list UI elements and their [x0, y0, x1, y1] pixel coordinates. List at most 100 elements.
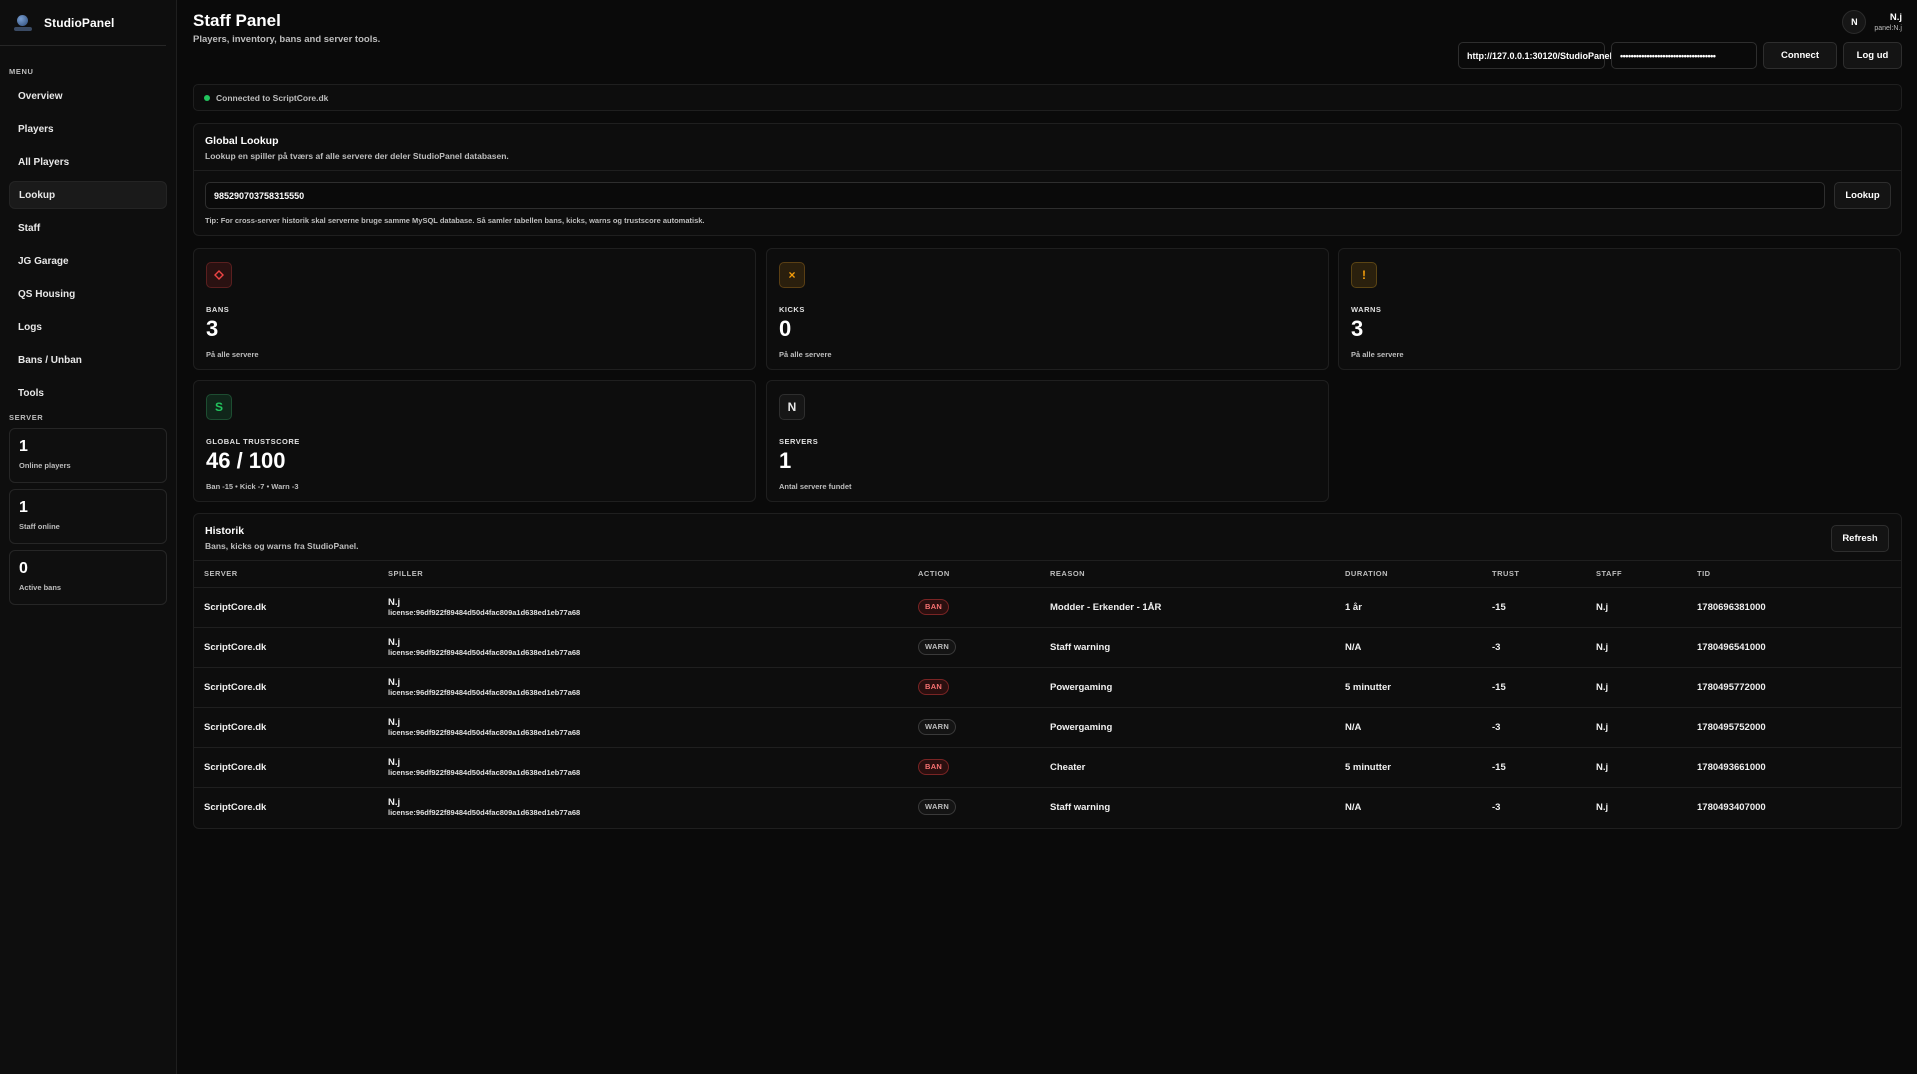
sidebar-item-label: Bans / Unban: [18, 354, 82, 366]
column-header-time[interactable]: TID: [1687, 561, 1901, 588]
sidebar-item-label: Lookup: [19, 189, 56, 201]
action-badge: WARN: [918, 799, 957, 816]
cell-staff: N.j: [1586, 627, 1687, 668]
column-header-trust[interactable]: TRUST: [1482, 561, 1586, 588]
player-license: license:96df922f89484d50d4fac809a1d638ed…: [388, 607, 581, 617]
player-name: N.j: [388, 636, 401, 648]
column-header-reason[interactable]: REASON: [1040, 561, 1335, 588]
card-label: BANS: [206, 305, 230, 314]
card-label: GLOBAL TRUSTSCORE: [206, 437, 300, 446]
cell-reason: Modder - Erkender - 1ÅR: [1040, 587, 1335, 628]
sidebar-item-players[interactable]: Players: [9, 115, 167, 143]
column-header-server[interactable]: SERVER: [194, 561, 378, 588]
card-sub: Ban -15 • Kick -7 • Warn -3: [206, 482, 299, 491]
cell-action: BAN: [908, 747, 1040, 788]
cell-server: ScriptCore.dk: [194, 627, 378, 668]
cell-staff: N.j: [1586, 587, 1687, 628]
cell-server: ScriptCore.dk: [194, 667, 378, 708]
history-subtitle: Bans, kicks og warns fra StudioPanel.: [205, 541, 359, 551]
table-row[interactable]: ScriptCore.dk N.j license:96df922f89484d5…: [194, 707, 1901, 748]
cell-player: N.j license:96df922f89484d50d4fac809a1d63…: [378, 787, 908, 827]
stat-active-bans: 0 Active bans: [9, 550, 167, 605]
column-header-duration[interactable]: DURATION: [1335, 561, 1482, 588]
lookup-input[interactable]: 985290703758315550: [205, 182, 1825, 209]
card-warns: ! WARNS 3 På alle servere: [1338, 248, 1901, 370]
lookup-button[interactable]: Lookup: [1834, 182, 1891, 209]
avatar[interactable]: N: [1842, 10, 1867, 34]
trustscore-icon: S: [206, 394, 232, 420]
table-row[interactable]: ScriptCore.dk N.j license:96df922f89484d5…: [194, 667, 1901, 708]
sidebar-item-lookup[interactable]: Lookup: [9, 181, 167, 209]
cell-player: N.j license:96df922f89484d50d4fac809a1d63…: [378, 587, 908, 628]
cell-trust: -3: [1482, 627, 1586, 668]
cell-staff: N.j: [1596, 801, 1609, 813]
lookup-title: Global Lookup: [205, 135, 279, 147]
stat-value: 1: [19, 499, 28, 516]
stat-online-players: 1 Online players: [9, 428, 167, 483]
cell-player: N.j license:96df922f89484d50d4fac809a1d63…: [378, 707, 908, 748]
lookup-subtitle: Lookup en spiller på tværs af alle serve…: [205, 151, 509, 161]
cell-action: WARN: [908, 787, 1040, 827]
ban-glyph: [214, 270, 224, 280]
cell-staff: N.j: [1586, 747, 1687, 788]
cell-action: BAN: [908, 587, 1040, 628]
card-value: 1: [779, 448, 792, 473]
api-url-input[interactable]: http://127.0.0.1:30120/StudioPanel/api: [1458, 42, 1628, 69]
cell-reason: Powergaming: [1040, 707, 1335, 748]
stat-staff-online: 1 Staff online: [9, 489, 167, 544]
stat-label: Active bans: [19, 583, 62, 592]
player-name: N.j: [388, 716, 401, 728]
sidebar-item-all-players[interactable]: All Players: [9, 148, 167, 176]
api-key-input[interactable]: ••••••••••••••••••••••••••••••••••••: [1611, 42, 1757, 69]
sidebar-item-label: JG Garage: [18, 255, 69, 267]
status-text: Connected to ScriptCore.dk: [216, 92, 329, 103]
cell-duration: 1 år: [1335, 587, 1482, 628]
sidebar-item-logs[interactable]: Logs: [9, 313, 167, 341]
sidebar-item-label: Overview: [18, 90, 63, 102]
connect-button[interactable]: Connect: [1763, 42, 1837, 69]
cell-player: N.j license:96df922f89484d50d4fac809a1d63…: [378, 627, 908, 668]
action-badge: BAN: [918, 759, 950, 775]
card-value: 3: [1351, 316, 1364, 341]
player-license: license:96df922f89484d50d4fac809a1d638ed…: [388, 727, 581, 737]
sidebar-item-tools[interactable]: Tools: [9, 379, 167, 407]
card-sub: På alle servere: [206, 350, 259, 359]
cell-duration: N/A: [1335, 707, 1482, 748]
page-subtitle: Players, inventory, bans and server tool…: [193, 34, 381, 45]
sidebar-item-label: Tools: [18, 387, 44, 399]
card-sub: På alle servere: [779, 350, 832, 359]
card-bans: BANS 3 På alle servere: [193, 248, 756, 370]
sidebar-item-staff[interactable]: Staff: [9, 214, 167, 242]
page-title: Staff Panel: [193, 11, 281, 30]
cell-server: ScriptCore.dk: [204, 801, 267, 813]
column-header-staff[interactable]: STAFF: [1586, 561, 1687, 588]
column-header-action[interactable]: ACTION: [908, 561, 1040, 588]
cell-duration: N/A: [1345, 801, 1362, 813]
stat-label: Online players: [19, 461, 71, 470]
table-row[interactable]: ScriptCore.dk N.j license:96df922f89484d5…: [194, 787, 1901, 827]
ban-icon: [206, 262, 232, 288]
table-row[interactable]: ScriptCore.dk N.j license:96df922f89484d5…: [194, 627, 1901, 668]
player-license: license:96df922f89484d50d4fac809a1d638ed…: [388, 647, 581, 657]
action-badge: BAN: [918, 679, 950, 695]
sidebar-item-jg-garage[interactable]: JG Garage: [9, 247, 167, 275]
card-label: WARNS: [1351, 305, 1382, 314]
refresh-button[interactable]: Refresh: [1831, 525, 1889, 552]
divider: [194, 170, 1901, 171]
sidebar-item-qs-housing[interactable]: QS Housing: [9, 280, 167, 308]
user-menu[interactable]: N N.j panel:N.j: [1842, 10, 1902, 34]
card-label: SERVERS: [779, 437, 819, 446]
history-panel: Historik Bans, kicks og warns fra Studio…: [193, 513, 1902, 829]
cell-staff: N.j: [1586, 707, 1687, 748]
sidebar-item-bans-unban[interactable]: Bans / Unban: [9, 346, 167, 374]
logout-button[interactable]: Log ud: [1843, 42, 1902, 69]
card-global-trustscore: S GLOBAL TRUSTSCORE 46 / 100 Ban -15 • K…: [193, 380, 756, 502]
table-row[interactable]: ScriptCore.dk N.j license:96df922f89484d5…: [194, 587, 1901, 628]
cell-duration: 5 minutter: [1335, 747, 1482, 788]
cell-server: ScriptCore.dk: [194, 747, 378, 788]
sidebar-item-overview[interactable]: Overview: [9, 82, 167, 110]
column-header-player[interactable]: SPILLER: [378, 561, 908, 588]
table-row[interactable]: ScriptCore.dk N.j license:96df922f89484d5…: [194, 747, 1901, 788]
brand[interactable]: StudioPanel: [0, 0, 166, 46]
player-name: N.j: [388, 596, 401, 608]
